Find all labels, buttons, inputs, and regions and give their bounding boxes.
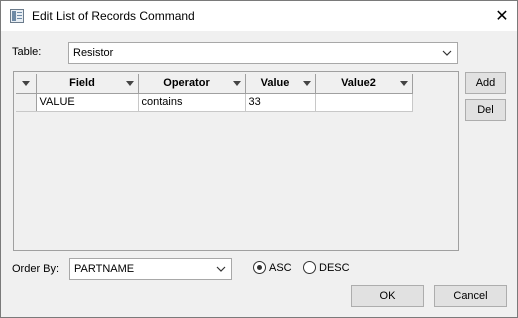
dialog-window: Edit List of Records Command ✕ Table: Re…: [0, 0, 518, 318]
chevron-down-icon[interactable]: [441, 46, 453, 60]
sort-arrow-icon[interactable]: [302, 81, 311, 86]
cell-field[interactable]: VALUE: [36, 93, 139, 112]
title-bar[interactable]: Edit List of Records Command ✕: [1, 1, 517, 31]
criteria-table: Field Operator Value Value2 VALUE contai…: [16, 74, 413, 112]
criteria-grid[interactable]: Field Operator Value Value2 VALUE contai…: [13, 71, 459, 251]
add-button[interactable]: Add: [465, 72, 506, 94]
column-header-value[interactable]: Value: [245, 74, 316, 94]
desc-label: DESC: [319, 261, 350, 274]
sort-arrow-icon[interactable]: [232, 81, 241, 86]
order-by-label: Order By:: [12, 263, 60, 275]
cell-operator[interactable]: contains: [138, 93, 246, 112]
sort-arrow-icon[interactable]: [125, 81, 134, 86]
asc-radio[interactable]: ASC: [253, 261, 292, 274]
table-label: Table:: [12, 46, 42, 58]
ok-button[interactable]: OK: [351, 285, 424, 307]
chevron-down-icon[interactable]: [215, 262, 227, 276]
close-icon[interactable]: ✕: [487, 1, 517, 31]
order-by-select[interactable]: PARTNAME: [69, 258, 232, 280]
table-select[interactable]: Resistor: [68, 42, 458, 64]
column-header-value2[interactable]: Value2: [315, 74, 413, 94]
grid-corner[interactable]: [16, 74, 37, 94]
app-icon: [10, 9, 24, 23]
order-by-value: PARTNAME: [74, 263, 135, 275]
row-header[interactable]: [16, 93, 37, 112]
desc-radio[interactable]: DESC: [303, 261, 350, 274]
column-header-field[interactable]: Field: [36, 74, 139, 94]
cell-value2[interactable]: [315, 93, 413, 112]
cancel-button[interactable]: Cancel: [434, 285, 507, 307]
window-title: Edit List of Records Command: [32, 9, 195, 23]
sort-arrow-icon[interactable]: [399, 81, 408, 86]
del-button[interactable]: Del: [465, 99, 506, 121]
table-select-value: Resistor: [73, 47, 114, 59]
column-header-operator[interactable]: Operator: [138, 74, 246, 94]
radio-checked-icon: [253, 261, 266, 274]
asc-label: ASC: [269, 261, 292, 274]
radio-unchecked-icon: [303, 261, 316, 274]
sort-arrow-icon: [22, 81, 30, 86]
table-row[interactable]: VALUE contains 33: [16, 93, 413, 112]
cell-value[interactable]: 33: [245, 93, 316, 112]
